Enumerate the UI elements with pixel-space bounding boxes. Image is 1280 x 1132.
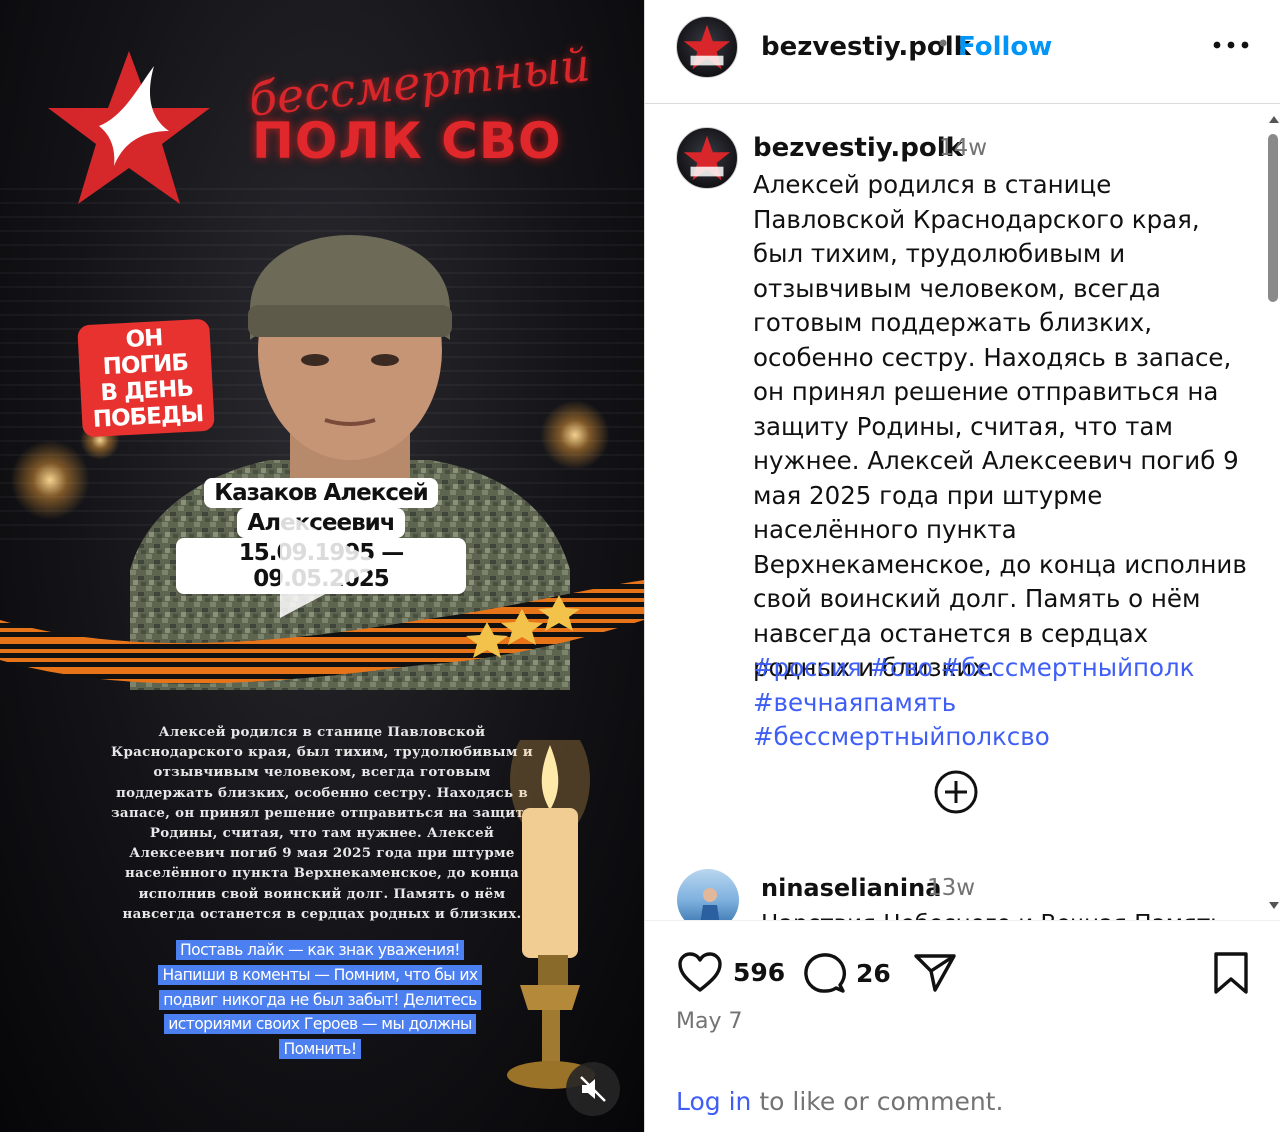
callout-text: Поставь лайк — как знак уважения! Напиши… bbox=[158, 940, 482, 1060]
caption-age: 14w bbox=[939, 135, 988, 161]
scroll-down-arrow-icon[interactable] bbox=[1269, 902, 1279, 909]
share-action bbox=[913, 951, 957, 993]
caption-author-avatar[interactable] bbox=[676, 127, 738, 189]
comment-action: 26 bbox=[802, 951, 891, 995]
candle-light bbox=[10, 440, 90, 520]
like-action: 596 bbox=[677, 951, 785, 993]
media-bio-text: Алексей родился в станице Павловской Кра… bbox=[111, 724, 533, 922]
comment-text: Царствия Небесного и Вечная Память bbox=[761, 911, 1224, 920]
soldier-surname-name: Казаков Алексей bbox=[204, 478, 438, 508]
scrollbar[interactable] bbox=[1265, 110, 1280, 918]
post-side-panel: bezvestiy.polk • Follow bezvestiy.polk 1… bbox=[644, 0, 1280, 1132]
author-avatar[interactable] bbox=[676, 16, 738, 78]
post-media[interactable]: бессмертный ПОЛК СВО ОН ПОГИБ В ДЕНЬ ПОБ… bbox=[0, 0, 644, 1132]
comment-bubble-icon[interactable] bbox=[802, 951, 846, 995]
login-prompt-text: to like or comment. bbox=[751, 1087, 1004, 1116]
logo-title-text: ПОЛК СВО bbox=[252, 112, 562, 170]
post-header: bezvestiy.polk • Follow bbox=[645, 0, 1280, 104]
post-date: May 7 bbox=[676, 1009, 743, 1034]
login-prompt: Log in to like or comment. bbox=[676, 1087, 1003, 1116]
bookmark-icon[interactable] bbox=[1211, 951, 1251, 995]
caption-hashtags[interactable]: #россия #сво #бессмертныйполк #вечнаяпам… bbox=[753, 651, 1253, 755]
likes-count: 596 bbox=[733, 957, 786, 987]
post-actions: 596 26 May 7 Log in to like or comment. bbox=[645, 920, 1280, 1132]
caption-username[interactable]: bezvestiy.polk bbox=[753, 133, 963, 163]
heart-icon[interactable] bbox=[677, 951, 723, 993]
commenter-username[interactable]: ninaselianina bbox=[761, 874, 941, 902]
scrollbar-thumb[interactable] bbox=[1268, 134, 1278, 302]
save-action bbox=[1211, 951, 1251, 995]
scroll-up-arrow-icon[interactable] bbox=[1269, 116, 1279, 123]
speaker-muted-icon[interactable] bbox=[566, 1062, 620, 1116]
share-paper-plane-icon[interactable] bbox=[913, 951, 957, 993]
more-horizontal-icon[interactable] bbox=[1211, 30, 1251, 60]
comments-count: 26 bbox=[856, 958, 891, 988]
follow-button[interactable]: Follow bbox=[958, 32, 1052, 62]
call-to-action-callouts: Поставь лайк — как знак уважения! Напиши… bbox=[150, 938, 490, 1062]
caption-text: Алексей родился в станице Павловской Кра… bbox=[753, 170, 1247, 682]
badge-line: ПОБЕДЫ bbox=[92, 401, 204, 433]
comment-age: 13w bbox=[927, 875, 976, 901]
died-on-victory-day-badge: ОН ПОГИБ В ДЕНЬ ПОБЕДЫ bbox=[77, 318, 215, 438]
commenter-avatar[interactable] bbox=[677, 869, 739, 920]
plus-circle-icon[interactable] bbox=[933, 769, 979, 815]
separator-dot: • bbox=[936, 30, 951, 58]
play-icon[interactable] bbox=[270, 505, 388, 623]
badge-line: ОН ПОГИБ bbox=[102, 325, 189, 381]
login-link[interactable]: Log in bbox=[676, 1087, 751, 1116]
comments-scroll-area[interactable]: bezvestiy.polk 14w Алексей родился в ста… bbox=[645, 105, 1280, 920]
